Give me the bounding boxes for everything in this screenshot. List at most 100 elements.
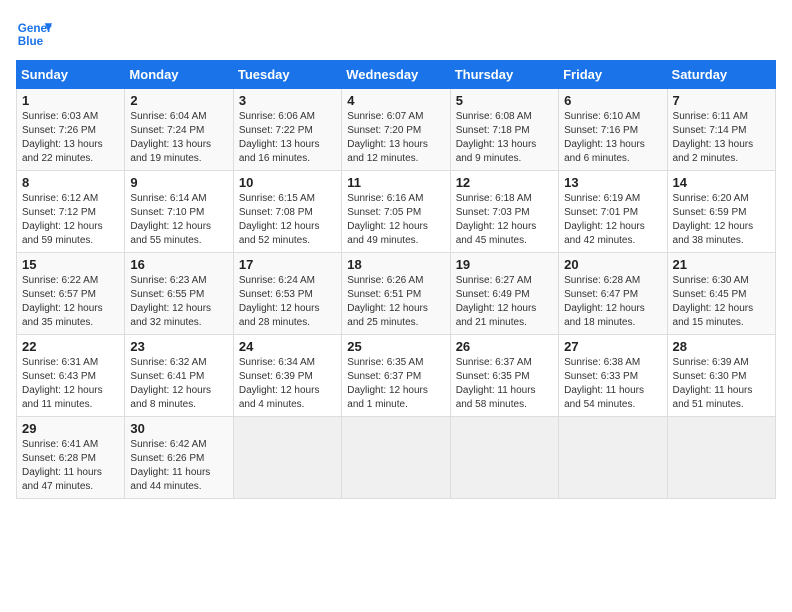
weekday-header-sunday: Sunday xyxy=(17,61,125,89)
day-number: 3 xyxy=(239,93,336,108)
day-number: 22 xyxy=(22,339,119,354)
day-info: Sunrise: 6:12 AMSunset: 7:12 PMDaylight:… xyxy=(22,192,119,248)
calendar-cell: 2Sunrise: 6:04 AMSunset: 7:24 PMDaylight… xyxy=(125,89,233,171)
weekday-header-tuesday: Tuesday xyxy=(233,61,341,89)
day-info: Sunrise: 6:04 AMSunset: 7:24 PMDaylight:… xyxy=(130,110,227,166)
calendar-cell: 30 Sunrise: 6:42 AMSunset: 6:26 PMDayligh… xyxy=(125,417,233,499)
calendar-cell: 28 Sunrise: 6:39 AMSunset: 6:30 PMDayligh… xyxy=(667,335,775,417)
day-info: Sunrise: 6:16 AMSunset: 7:05 PMDaylight:… xyxy=(347,192,444,248)
calendar-header-row: SundayMondayTuesdayWednesdayThursdayFrid… xyxy=(17,61,776,89)
day-info: Sunrise: 6:06 AMSunset: 7:22 PMDaylight:… xyxy=(239,110,336,166)
day-info: Sunrise: 6:28 AMSunset: 6:47 PMDaylight:… xyxy=(564,274,661,330)
calendar-cell: 21 Sunrise: 6:30 AMSunset: 6:45 PMDayligh… xyxy=(667,253,775,335)
logo-icon: General Blue xyxy=(16,16,52,52)
calendar-week-row: 29 Sunrise: 6:41 AMSunset: 6:28 PMDayligh… xyxy=(17,417,776,499)
day-number: 24 xyxy=(239,339,336,354)
day-number: 9 xyxy=(130,175,227,190)
calendar-cell xyxy=(342,417,450,499)
calendar-cell: 27 Sunrise: 6:38 AMSunset: 6:33 PMDayligh… xyxy=(559,335,667,417)
day-number: 15 xyxy=(22,257,119,272)
day-number: 4 xyxy=(347,93,444,108)
day-info: Sunrise: 6:22 AMSunset: 6:57 PMDaylight:… xyxy=(22,274,119,330)
day-number: 7 xyxy=(673,93,770,108)
calendar-week-row: 15 Sunrise: 6:22 AMSunset: 6:57 PMDayligh… xyxy=(17,253,776,335)
logo: General Blue xyxy=(16,16,52,52)
day-info: Sunrise: 6:42 AMSunset: 6:26 PMDaylight:… xyxy=(130,438,227,494)
day-number: 10 xyxy=(239,175,336,190)
calendar-cell: 20 Sunrise: 6:28 AMSunset: 6:47 PMDayligh… xyxy=(559,253,667,335)
calendar-cell: 26Sunrise: 6:37 AMSunset: 6:35 PMDayligh… xyxy=(450,335,558,417)
calendar-cell: 6 Sunrise: 6:10 AMSunset: 7:16 PMDaylight… xyxy=(559,89,667,171)
day-number: 1 xyxy=(22,93,119,108)
svg-text:Blue: Blue xyxy=(18,35,44,48)
calendar-week-row: 8 Sunrise: 6:12 AMSunset: 7:12 PMDaylight… xyxy=(17,171,776,253)
day-number: 27 xyxy=(564,339,661,354)
calendar-cell: 24Sunrise: 6:34 AMSunset: 6:39 PMDayligh… xyxy=(233,335,341,417)
day-info: Sunrise: 6:39 AMSunset: 6:30 PMDaylight:… xyxy=(673,356,770,412)
weekday-header-thursday: Thursday xyxy=(450,61,558,89)
day-info: Sunrise: 6:27 AMSunset: 6:49 PMDaylight:… xyxy=(456,274,553,330)
calendar-cell: 16 Sunrise: 6:23 AMSunset: 6:55 PMDayligh… xyxy=(125,253,233,335)
weekday-header-wednesday: Wednesday xyxy=(342,61,450,89)
calendar-cell xyxy=(667,417,775,499)
day-info: Sunrise: 6:11 AMSunset: 7:14 PMDaylight:… xyxy=(673,110,770,166)
day-info: Sunrise: 6:35 AMSunset: 6:37 PMDaylight:… xyxy=(347,356,444,412)
day-info: Sunrise: 6:20 AMSunset: 6:59 PMDaylight:… xyxy=(673,192,770,248)
day-info: Sunrise: 6:24 AMSunset: 6:53 PMDaylight:… xyxy=(239,274,336,330)
calendar-cell xyxy=(233,417,341,499)
calendar-cell xyxy=(559,417,667,499)
day-number: 20 xyxy=(564,257,661,272)
day-info: Sunrise: 6:32 AMSunset: 6:41 PMDaylight:… xyxy=(130,356,227,412)
calendar-cell: 19Sunrise: 6:27 AMSunset: 6:49 PMDayligh… xyxy=(450,253,558,335)
calendar-cell: 10 Sunrise: 6:15 AMSunset: 7:08 PMDayligh… xyxy=(233,171,341,253)
calendar-cell: 3 Sunrise: 6:06 AMSunset: 7:22 PMDaylight… xyxy=(233,89,341,171)
day-info: Sunrise: 6:26 AMSunset: 6:51 PMDaylight:… xyxy=(347,274,444,330)
day-number: 28 xyxy=(673,339,770,354)
weekday-header-monday: Monday xyxy=(125,61,233,89)
calendar-cell: 12 Sunrise: 6:18 AMSunset: 7:03 PMDayligh… xyxy=(450,171,558,253)
day-number: 8 xyxy=(22,175,119,190)
calendar-table: SundayMondayTuesdayWednesdayThursdayFrid… xyxy=(16,60,776,499)
calendar-cell: 23 Sunrise: 6:32 AMSunset: 6:41 PMDayligh… xyxy=(125,335,233,417)
weekday-header-saturday: Saturday xyxy=(667,61,775,89)
day-number: 23 xyxy=(130,339,227,354)
calendar-week-row: 22 Sunrise: 6:31 AMSunset: 6:43 PMDayligh… xyxy=(17,335,776,417)
calendar-cell: 25 Sunrise: 6:35 AMSunset: 6:37 PMDayligh… xyxy=(342,335,450,417)
day-info: Sunrise: 6:08 AMSunset: 7:18 PMDaylight:… xyxy=(456,110,553,166)
day-info: Sunrise: 6:23 AMSunset: 6:55 PMDaylight:… xyxy=(130,274,227,330)
day-number: 25 xyxy=(347,339,444,354)
calendar-cell: 17Sunrise: 6:24 AMSunset: 6:53 PMDayligh… xyxy=(233,253,341,335)
day-info: Sunrise: 6:15 AMSunset: 7:08 PMDaylight:… xyxy=(239,192,336,248)
calendar-cell: 1 Sunrise: 6:03 AMSunset: 7:26 PMDaylight… xyxy=(17,89,125,171)
calendar-cell: 29 Sunrise: 6:41 AMSunset: 6:28 PMDayligh… xyxy=(17,417,125,499)
day-info: Sunrise: 6:37 AMSunset: 6:35 PMDaylight:… xyxy=(456,356,553,412)
day-info: Sunrise: 6:07 AMSunset: 7:20 PMDaylight:… xyxy=(347,110,444,166)
day-number: 12 xyxy=(456,175,553,190)
day-info: Sunrise: 6:10 AMSunset: 7:16 PMDaylight:… xyxy=(564,110,661,166)
day-number: 29 xyxy=(22,421,119,436)
calendar-cell: 22 Sunrise: 6:31 AMSunset: 6:43 PMDayligh… xyxy=(17,335,125,417)
calendar-cell: 15 Sunrise: 6:22 AMSunset: 6:57 PMDayligh… xyxy=(17,253,125,335)
day-number: 16 xyxy=(130,257,227,272)
day-number: 14 xyxy=(673,175,770,190)
day-info: Sunrise: 6:03 AMSunset: 7:26 PMDaylight:… xyxy=(22,110,119,166)
calendar-cell: 7 Sunrise: 6:11 AMSunset: 7:14 PMDaylight… xyxy=(667,89,775,171)
day-number: 30 xyxy=(130,421,227,436)
day-number: 5 xyxy=(456,93,553,108)
day-number: 6 xyxy=(564,93,661,108)
day-info: Sunrise: 6:18 AMSunset: 7:03 PMDaylight:… xyxy=(456,192,553,248)
calendar-cell: 13 Sunrise: 6:19 AMSunset: 7:01 PMDayligh… xyxy=(559,171,667,253)
day-info: Sunrise: 6:41 AMSunset: 6:28 PMDaylight:… xyxy=(22,438,119,494)
day-info: Sunrise: 6:31 AMSunset: 6:43 PMDaylight:… xyxy=(22,356,119,412)
day-info: Sunrise: 6:19 AMSunset: 7:01 PMDaylight:… xyxy=(564,192,661,248)
day-info: Sunrise: 6:30 AMSunset: 6:45 PMDaylight:… xyxy=(673,274,770,330)
page-header: General Blue xyxy=(16,16,776,52)
day-info: Sunrise: 6:14 AMSunset: 7:10 PMDaylight:… xyxy=(130,192,227,248)
day-number: 18 xyxy=(347,257,444,272)
day-number: 13 xyxy=(564,175,661,190)
day-info: Sunrise: 6:38 AMSunset: 6:33 PMDaylight:… xyxy=(564,356,661,412)
calendar-cell: 18 Sunrise: 6:26 AMSunset: 6:51 PMDayligh… xyxy=(342,253,450,335)
calendar-cell: 14 Sunrise: 6:20 AMSunset: 6:59 PMDayligh… xyxy=(667,171,775,253)
day-number: 21 xyxy=(673,257,770,272)
day-number: 11 xyxy=(347,175,444,190)
